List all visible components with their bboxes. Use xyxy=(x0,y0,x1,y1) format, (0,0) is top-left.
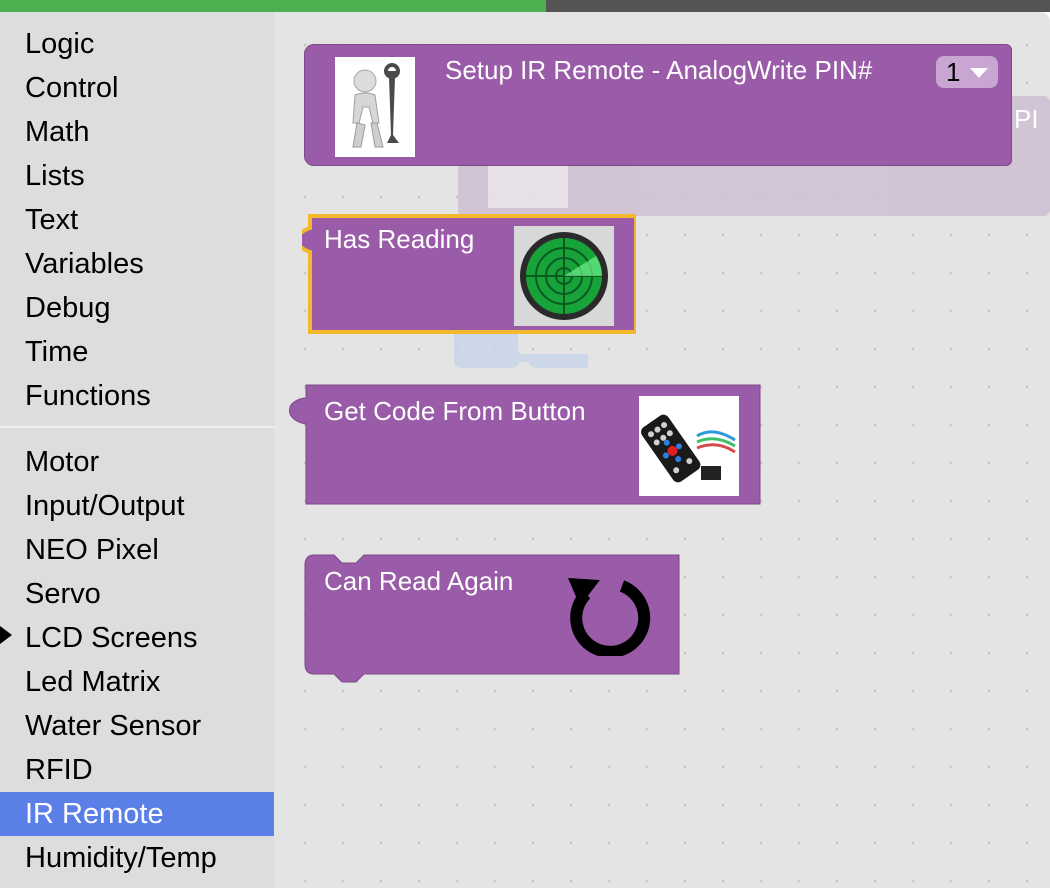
pin-number-dropdown[interactable]: 1 xyxy=(936,56,998,88)
connection-highlight-shape xyxy=(454,334,588,368)
toolbox-separator xyxy=(0,426,274,428)
has-reading-block-label: Has Reading xyxy=(324,224,475,254)
toolbox-category-neo-pixel[interactable]: NEO Pixel xyxy=(0,528,274,572)
has-reading-block[interactable]: Has Reading xyxy=(302,212,636,336)
toolbox-category-led-matrix[interactable]: Led Matrix xyxy=(0,660,274,704)
pin-number-value: 1 xyxy=(946,57,961,87)
toolbox-category-water-sensor[interactable]: Water Sensor xyxy=(0,704,274,748)
ghost-block-label: PI xyxy=(1014,104,1039,134)
toolbox-category-debug[interactable]: Debug xyxy=(0,286,274,330)
toolbox-category-ir-remote[interactable]: IR Remote xyxy=(0,792,274,836)
can-read-again-block-label: Can Read Again xyxy=(324,566,514,596)
toolbox-category-control[interactable]: Control xyxy=(0,66,274,110)
toolbox-category-motor[interactable]: Motor xyxy=(0,440,274,484)
top-progress-bar xyxy=(0,0,1050,12)
toolbox: Logic Control Math Lists Text Variables … xyxy=(0,12,274,888)
progress-fill xyxy=(0,0,546,12)
ir-remote-kit-image xyxy=(639,396,739,496)
toolbox-category-rfid[interactable]: RFID xyxy=(0,748,274,792)
setup-block-label: Setup IR Remote - AnalogWrite PIN# xyxy=(445,55,873,85)
dropdown-caret-icon xyxy=(970,68,988,78)
toolbox-category-text[interactable]: Text xyxy=(0,198,274,242)
mechanic-with-wrench-image xyxy=(335,57,415,157)
reset-arrow-icon xyxy=(568,578,651,656)
toolbox-category-input-output[interactable]: Input/Output xyxy=(0,484,274,528)
radar-image xyxy=(514,226,614,326)
toolbox-category-time[interactable]: Time xyxy=(0,330,274,374)
toolbox-category-functions[interactable]: Functions xyxy=(0,374,274,418)
toolbox-category-logic[interactable]: Logic xyxy=(0,22,274,66)
get-code-block-label: Get Code From Button xyxy=(324,396,586,426)
get-code-from-button-block[interactable]: Get Code From Button xyxy=(286,384,762,506)
expand-arrow-icon[interactable] xyxy=(0,626,12,644)
toolbox-category-humidity-temp[interactable]: Humidity/Temp xyxy=(0,836,274,880)
toolbox-category-math[interactable]: Math xyxy=(0,110,274,154)
toolbox-category-lists[interactable]: Lists xyxy=(0,154,274,198)
toolbox-category-lcd-screens[interactable]: LCD Screens xyxy=(0,616,274,660)
toolbox-category-servo[interactable]: Servo xyxy=(0,572,274,616)
setup-ir-remote-block[interactable]: Setup IR Remote - AnalogWrite PIN# xyxy=(304,44,1012,166)
toolbox-category-variables[interactable]: Variables xyxy=(0,242,274,286)
can-read-again-block[interactable]: Can Read Again xyxy=(304,554,682,686)
